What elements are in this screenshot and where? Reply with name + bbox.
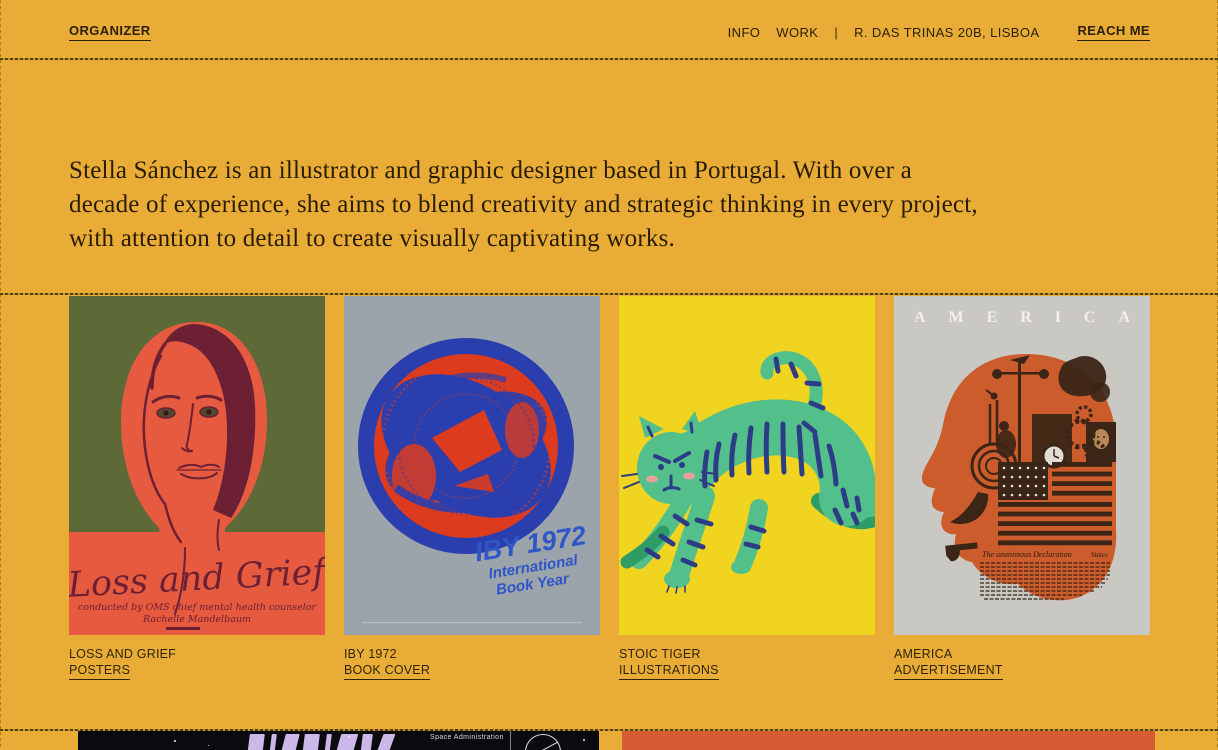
nav-separator: | [834, 25, 838, 40]
header: ORGANIZER INFO WORK | R. DAS TRINAS 20B,… [0, 0, 1218, 58]
project-category-link[interactable]: POSTERS [69, 662, 130, 680]
nav-item-info[interactable]: INFO [728, 25, 761, 40]
project-category-link[interactable]: ADVERTISEMENT [894, 662, 1003, 680]
poster-partial-letters [248, 734, 390, 750]
space-emblem-icon [525, 734, 561, 750]
poster-divider-line [510, 731, 511, 750]
poster-america[interactable]: AMERICA [894, 296, 1150, 635]
project-title: IBY 1972 [344, 646, 600, 662]
reach-me-link[interactable]: REACH ME [1077, 23, 1150, 41]
project-category-link[interactable]: ILLUSTRATIONS [619, 662, 719, 680]
poster-stoic-tiger[interactable] [619, 296, 875, 635]
intro-line: Stella Sánchez is an illustrator and gra… [69, 154, 978, 188]
brand-link[interactable]: ORGANIZER [69, 23, 151, 41]
project-card-partial-space[interactable]: Space Administration [78, 731, 599, 750]
project-category-link[interactable]: BOOK COVER [344, 662, 430, 680]
project-title: AMERICA [894, 646, 1150, 662]
address-text: R. DAS TRINAS 20B, LISBOA [854, 25, 1039, 40]
project-card-loss-and-grief: Loss and Grief conducted by OMS chief me… [69, 296, 325, 680]
project-card-iby-1972: IBY 1972 International Book Year IBY 197… [344, 296, 600, 680]
project-title: LOSS AND GRIEF [69, 646, 325, 662]
header-divider [0, 58, 1218, 60]
poster-credit-1: conducted by OMS chief mental health cou… [78, 602, 318, 613]
poster-iby-1972[interactable]: IBY 1972 International Book Year [344, 296, 600, 635]
intro-line: decade of experience, she aims to blend … [69, 188, 978, 222]
left-edge-rule [0, 0, 1, 750]
intro-paragraph: Stella Sánchez is an illustrator and gra… [69, 154, 978, 256]
america-doc-heading-right: States [1091, 551, 1108, 559]
project-card-america: AMERICA [894, 296, 1150, 680]
project-card-stoic-tiger: STOIC TIGER ILLUSTRATIONS [619, 296, 875, 680]
space-administration-text: Space Administration [430, 734, 504, 741]
intro-line: with attention to detail to create visua… [69, 222, 978, 256]
grid-top-divider [0, 293, 1218, 295]
header-nav: INFO WORK | R. DAS TRINAS 20B, LISBOA RE… [728, 23, 1150, 41]
nav-item-work[interactable]: WORK [776, 25, 818, 40]
poster-credit-2: Rachelle Mandelbaum [142, 614, 251, 625]
project-title: STOIC TIGER [619, 646, 875, 662]
portfolio-page: ORGANIZER INFO WORK | R. DAS TRINAS 20B,… [0, 0, 1218, 750]
america-doc-heading: The unanimous Declaration [982, 550, 1072, 559]
poster-loss-and-grief[interactable]: Loss and Grief conducted by OMS chief me… [69, 296, 325, 635]
project-card-partial-orange[interactable] [622, 731, 1155, 750]
